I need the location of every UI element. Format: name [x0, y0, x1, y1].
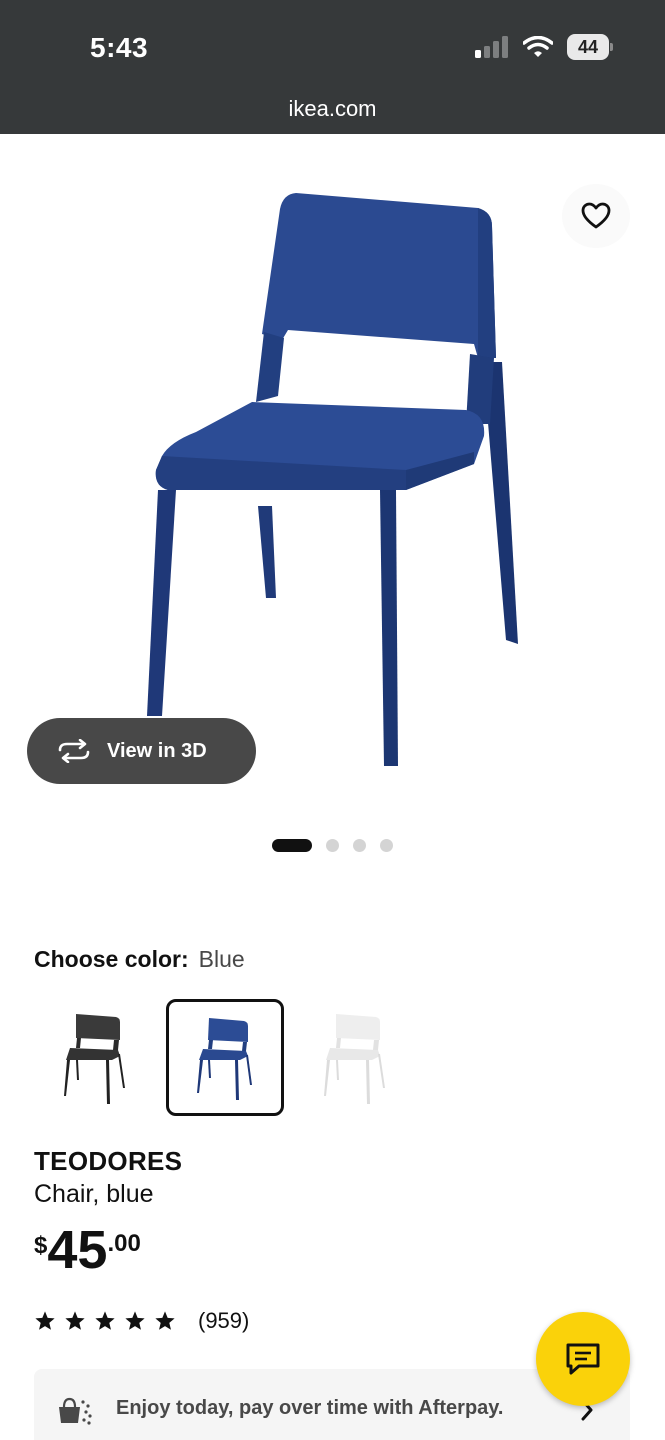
- price-currency: $: [34, 1232, 48, 1259]
- color-picker-value: Blue: [198, 946, 245, 972]
- color-swatch-white[interactable]: [296, 999, 414, 1116]
- carousel-dots: [272, 839, 393, 852]
- chair-thumbnail: [64, 1013, 125, 1104]
- carousel-dot[interactable]: [380, 839, 393, 852]
- afterpay-text: Enjoy today, pay over time with Afterpay…: [116, 1397, 504, 1419]
- product-price: $ 45 .00: [34, 1222, 141, 1278]
- status-icons: 44: [475, 34, 613, 60]
- view-in-3d-button[interactable]: View in 3D: [27, 718, 256, 784]
- view-in-3d-label: View in 3D: [107, 739, 207, 762]
- shopping-bag-icon: [59, 1397, 92, 1425]
- chair-thumbnail: [324, 1013, 385, 1104]
- status-bar: 5:43 44 ikea.com: [0, 0, 665, 134]
- chair-image: [147, 193, 518, 766]
- color-picker-heading: Choose color: Blue: [34, 946, 245, 973]
- color-swatch-black[interactable]: [36, 999, 154, 1116]
- chat-button[interactable]: [536, 1312, 630, 1406]
- product-image[interactable]: [0, 134, 665, 814]
- battery-level: 44: [567, 34, 609, 60]
- rotate-3d-icon: [58, 739, 90, 763]
- heart-icon: [581, 202, 611, 229]
- status-time: 5:43: [90, 32, 149, 63]
- star-icon: [35, 1311, 55, 1330]
- product-name: TEODORES: [34, 1146, 183, 1176]
- chair-thumbnail: [197, 1017, 252, 1100]
- star-icon: [125, 1311, 145, 1330]
- wifi-icon: [523, 36, 553, 57]
- chat-bubble-icon: [566, 1343, 600, 1375]
- star-icon: [65, 1311, 85, 1330]
- star-icon: [155, 1311, 175, 1330]
- price-integer: 45: [47, 1220, 108, 1280]
- rating-count: (959): [198, 1308, 250, 1333]
- color-picker-label: Choose color:: [34, 946, 189, 972]
- color-swatch-blue[interactable]: [166, 999, 284, 1116]
- star-icon: [95, 1311, 115, 1330]
- cellular-signal-icon: [475, 36, 508, 58]
- carousel-dot[interactable]: [353, 839, 366, 852]
- carousel-dot[interactable]: [272, 839, 312, 852]
- url-bar[interactable]: ikea.com: [0, 96, 665, 122]
- carousel-dot[interactable]: [326, 839, 339, 852]
- product-description: Chair, blue: [34, 1180, 154, 1208]
- battery-icon: 44: [567, 34, 613, 60]
- product-rating[interactable]: (959): [34, 1308, 249, 1334]
- favorite-button[interactable]: [562, 184, 630, 248]
- price-decimal: .00: [107, 1230, 141, 1257]
